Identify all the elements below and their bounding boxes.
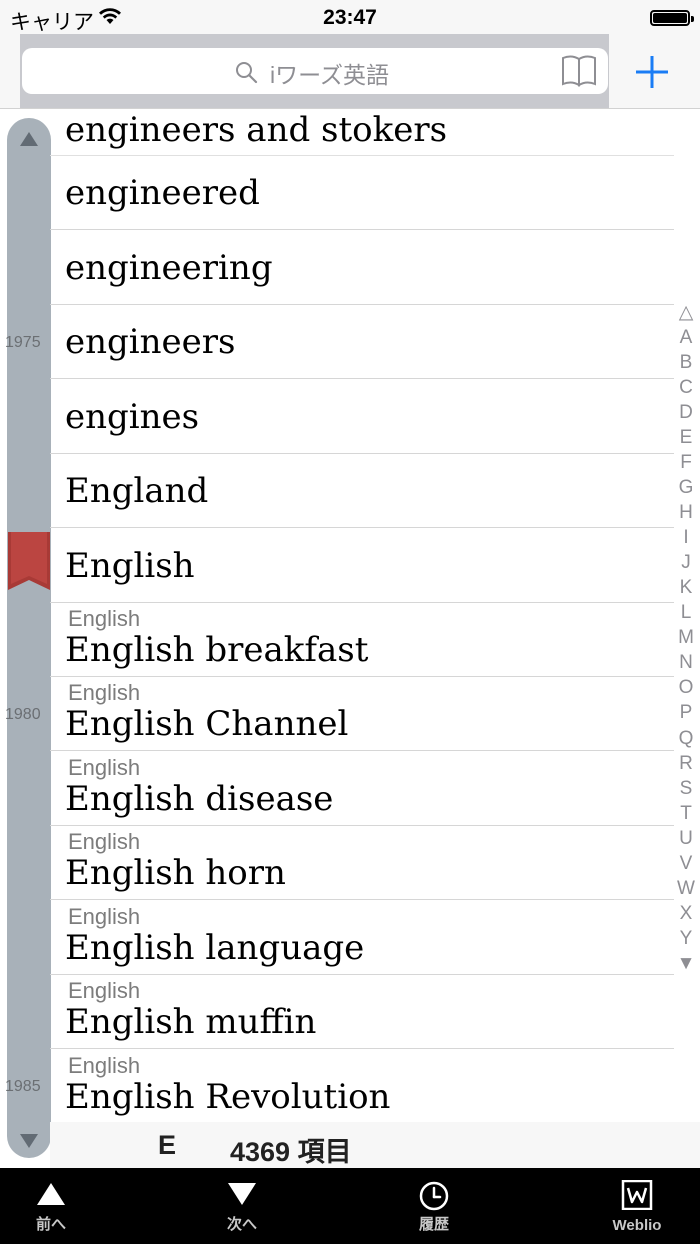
weblio-icon [582, 1179, 692, 1215]
search-placeholder: iワーズ英語 [270, 62, 389, 88]
entry-word: English horn [65, 853, 286, 893]
entry-word: English muffin [65, 1002, 317, 1042]
history-button[interactable]: 履歴 [379, 1168, 489, 1244]
entry-word: engineers and stokers [65, 110, 448, 150]
triangle-up-icon [0, 1182, 106, 1211]
list-item[interactable]: English English language [50, 900, 674, 975]
index-letter-l[interactable]: L [674, 602, 698, 624]
rail-marker-1985: 1985 [5, 1078, 41, 1095]
status-time: 23:47 [323, 6, 377, 29]
index-letter-c[interactable]: C [674, 377, 698, 399]
entry-word: English Channel [65, 704, 349, 744]
index-letter-a[interactable]: A [674, 327, 698, 349]
entry-category: English [68, 755, 141, 780]
current-letter: E [158, 1130, 177, 1160]
entry-word: English disease [65, 779, 334, 819]
index-down-icon[interactable]: ▼ [674, 953, 698, 975]
search-icon [234, 60, 258, 89]
index-letter-v[interactable]: V [674, 853, 698, 875]
index-letter-w[interactable]: W [674, 878, 698, 900]
rail-marker-1980: 1980 [5, 706, 41, 723]
index-letter-y[interactable]: Y [674, 928, 698, 950]
list-item[interactable]: English English Revolution [50, 1049, 674, 1122]
entry-category: English [68, 978, 141, 1003]
list-item[interactable]: engineered [50, 155, 674, 230]
entry-category: English [68, 904, 141, 929]
entry-word: engineering [65, 248, 273, 288]
list-item[interactable]: engineering [50, 230, 674, 305]
book-icon[interactable] [561, 54, 597, 93]
index-letter-e[interactable]: E [674, 427, 698, 449]
word-list: engineers and stokers engineered enginee… [50, 108, 674, 1122]
battery-icon [650, 10, 694, 26]
index-letter-h[interactable]: H [674, 502, 698, 524]
status-bar: キャリア 23:47 [0, 0, 700, 36]
list-item[interactable]: English English muffin [50, 974, 674, 1049]
prev-button[interactable]: 前へ [0, 1168, 106, 1244]
index-letter-s[interactable]: S [674, 778, 698, 800]
index-letter-u[interactable]: U [674, 828, 698, 850]
entry-category: English [68, 606, 141, 631]
weblio-label: Weblio [612, 1217, 662, 1234]
entry-category: English [68, 1053, 141, 1078]
entry-count: 4369 項目 [230, 1137, 352, 1167]
index-letter-m[interactable]: M [674, 627, 698, 649]
index-letter-r[interactable]: R [674, 753, 698, 775]
index-up-icon[interactable]: △ [674, 301, 698, 324]
add-button[interactable] [630, 50, 674, 94]
index-letter-q[interactable]: Q [674, 728, 698, 750]
index-letter-d[interactable]: D [674, 402, 698, 424]
list-item[interactable]: English [50, 528, 674, 603]
index-letter-i[interactable]: I [674, 527, 698, 549]
entry-word: engines [65, 397, 200, 437]
index-letter-o[interactable]: O [674, 677, 698, 699]
index-letter-g[interactable]: G [674, 477, 698, 499]
bookmark-ribbon-icon[interactable] [8, 532, 50, 590]
next-button[interactable]: 次へ [187, 1168, 297, 1244]
rail-down-arrow-icon[interactable] [20, 1134, 38, 1148]
entry-word: engineers [65, 322, 236, 362]
entry-word: engineered [65, 173, 260, 213]
entry-word: English breakfast [65, 630, 369, 670]
next-label: 次へ [226, 1216, 257, 1233]
rail-up-arrow-icon[interactable] [20, 132, 38, 146]
index-letter-j[interactable]: J [674, 552, 698, 574]
weblio-button[interactable]: Weblio [582, 1168, 692, 1244]
scroll-rail[interactable] [7, 118, 51, 1158]
entry-word: England [65, 471, 209, 511]
list-item[interactable]: English English Channel [50, 676, 674, 751]
list-item[interactable]: English English breakfast [50, 602, 674, 677]
list-item[interactable]: engineers and stokers [50, 108, 674, 156]
index-letter-k[interactable]: K [674, 577, 698, 599]
triangle-down-icon [187, 1182, 297, 1211]
index-letter-b[interactable]: B [674, 352, 698, 374]
list-item[interactable]: English English horn [50, 825, 674, 900]
prev-label: 前へ [35, 1216, 66, 1233]
index-letter-t[interactable]: T [674, 803, 698, 825]
entry-word: English language [65, 928, 365, 968]
list-item[interactable]: engines [50, 379, 674, 454]
index-letter-p[interactable]: P [674, 702, 698, 724]
list-item[interactable]: English English disease [50, 751, 674, 826]
index-letter-x[interactable]: X [674, 903, 698, 925]
entry-category: English [68, 829, 141, 854]
clock-icon [379, 1181, 489, 1217]
index-letter-f[interactable]: F [674, 452, 698, 474]
index-letter-n[interactable]: N [674, 652, 698, 674]
entry-word: English Revolution [65, 1077, 391, 1117]
rail-marker-1975: 1975 [5, 334, 41, 351]
footer-info-bar [50, 1122, 700, 1168]
list-item[interactable]: engineers [50, 304, 674, 379]
entry-category: English [68, 680, 141, 705]
history-label: 履歴 [418, 1216, 449, 1233]
list-item[interactable]: England [50, 453, 674, 528]
entry-word: English [65, 546, 195, 586]
